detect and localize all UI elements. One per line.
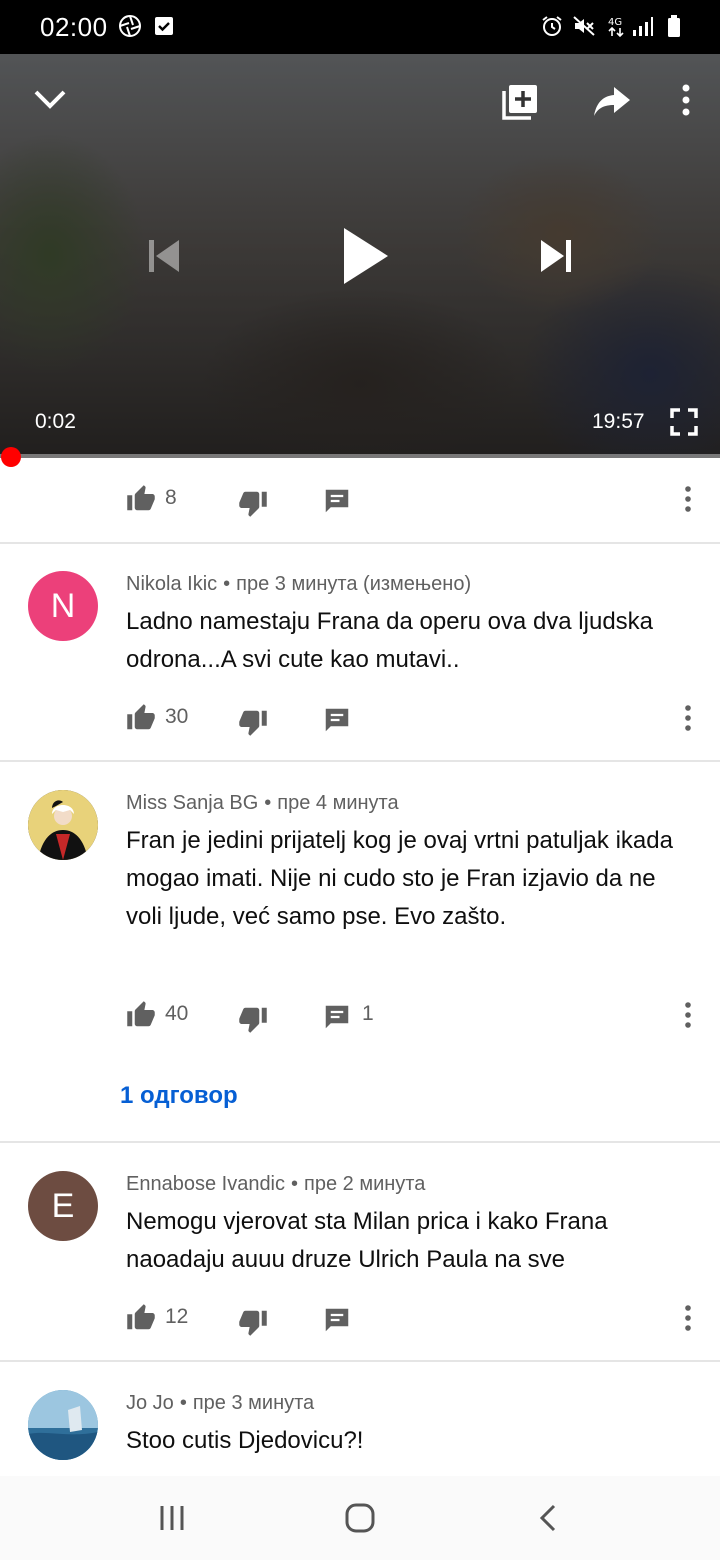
avatar[interactable] <box>28 1390 98 1460</box>
collapse-chevron-icon[interactable] <box>30 82 70 118</box>
4g-icon: 4G <box>608 17 624 38</box>
status-bar: 02:00 4G <box>0 0 720 54</box>
comment-meta: Nikola Ikic • пре 3 минута (измењено) <box>126 573 472 595</box>
comment-meta: Miss Sanja BG • пре 4 минута <box>126 792 399 814</box>
navigation-bar <box>0 1476 720 1560</box>
comment-author[interactable]: Jo Jo <box>126 1392 174 1414</box>
avatar[interactable]: E <box>28 1171 98 1241</box>
divider <box>0 760 720 762</box>
comment-text: Ladno namestaju Frana da operu ova dva l… <box>126 608 654 673</box>
next-icon[interactable] <box>538 236 574 276</box>
progress-scrubber[interactable] <box>1 447 21 467</box>
comment-time: пре 4 минута <box>277 792 399 814</box>
comment-text: Stoo cutis Djedovicu?! <box>126 1427 364 1454</box>
check-box-icon <box>155 17 173 35</box>
profile-picture-icon <box>28 790 98 860</box>
video-player[interactable]: 0:02 19:57 <box>0 54 720 458</box>
comment-meta: Jo Jo • пре 3 минута <box>126 1392 315 1414</box>
like-count: 12 <box>165 1305 189 1328</box>
alarm-icon <box>542 16 562 36</box>
comment-time: пре 3 минута (измењено) <box>236 573 472 595</box>
thumb-down-icon[interactable] <box>238 1307 268 1337</box>
reply-icon[interactable] <box>322 705 352 735</box>
mute-icon <box>573 16 595 36</box>
battery-icon <box>668 15 680 37</box>
thumb-up-icon[interactable] <box>126 703 156 733</box>
progress-track[interactable] <box>0 454 720 458</box>
comment-actions: 8 <box>0 474 720 524</box>
comment-actions: 40 1 <box>0 990 720 1040</box>
comment-more-icon[interactable] <box>676 1000 700 1030</box>
reply-icon[interactable] <box>322 1305 352 1335</box>
comment-text: Nemogu vjerovat sta Milan prica i kako F… <box>126 1208 608 1273</box>
add-to-queue-icon[interactable] <box>500 82 540 122</box>
avatar[interactable] <box>28 790 98 860</box>
comment-more-icon[interactable] <box>676 484 700 514</box>
thumb-down-icon[interactable] <box>238 1004 268 1034</box>
comment-more-icon[interactable] <box>676 1303 700 1333</box>
divider <box>0 1141 720 1143</box>
home-icon[interactable] <box>344 1502 376 1534</box>
like-count: 30 <box>165 705 189 728</box>
thumb-down-icon[interactable] <box>238 488 268 518</box>
comment-author[interactable]: Nikola Ikic <box>126 573 217 595</box>
thumb-down-icon[interactable] <box>238 707 268 737</box>
comment-author[interactable]: Ennabose Ivandic <box>126 1173 285 1195</box>
comment-time: пре 2 минута <box>304 1173 426 1195</box>
comment-text: Fran je jedini prijatelj kog je ovaj vrt… <box>126 827 673 930</box>
comment-meta: Ennabose Ivandic • пре 2 минута <box>126 1173 426 1195</box>
divider <box>0 542 720 544</box>
profile-picture-icon <box>28 1390 98 1460</box>
comment-time: пре 3 минута <box>192 1392 315 1414</box>
signal-icon <box>633 17 653 36</box>
view-replies-button[interactable]: 1 одговор <box>120 1082 238 1110</box>
like-count: 40 <box>165 1002 189 1025</box>
like-count: 8 <box>165 486 177 509</box>
previous-icon[interactable] <box>146 236 182 276</box>
reply-icon[interactable] <box>322 1002 352 1032</box>
divider <box>0 1360 720 1362</box>
comment-actions: 12 <box>0 1293 720 1343</box>
thumb-up-icon[interactable] <box>126 1303 156 1333</box>
status-time: 02:00 <box>40 12 108 42</box>
current-time: 0:02 <box>35 410 76 433</box>
duration: 19:57 <box>592 410 645 433</box>
comment-more-icon[interactable] <box>676 703 700 733</box>
more-vert-icon[interactable] <box>676 84 696 116</box>
comment-actions: 30 <box>0 693 720 743</box>
svg-text:4G: 4G <box>608 17 622 28</box>
comment-author[interactable]: Miss Sanja BG <box>126 792 258 814</box>
thumb-up-icon[interactable] <box>126 484 156 514</box>
recent-apps-icon[interactable] <box>156 1502 188 1534</box>
reply-count: 1 <box>362 1002 374 1025</box>
play-icon[interactable] <box>340 226 390 286</box>
aperture-icon <box>119 15 141 37</box>
share-icon[interactable] <box>592 84 632 120</box>
thumb-up-icon[interactable] <box>126 1000 156 1030</box>
reply-icon[interactable] <box>322 486 352 516</box>
back-icon[interactable] <box>532 1502 564 1534</box>
fullscreen-icon[interactable] <box>670 408 698 436</box>
avatar[interactable]: N <box>28 571 98 641</box>
